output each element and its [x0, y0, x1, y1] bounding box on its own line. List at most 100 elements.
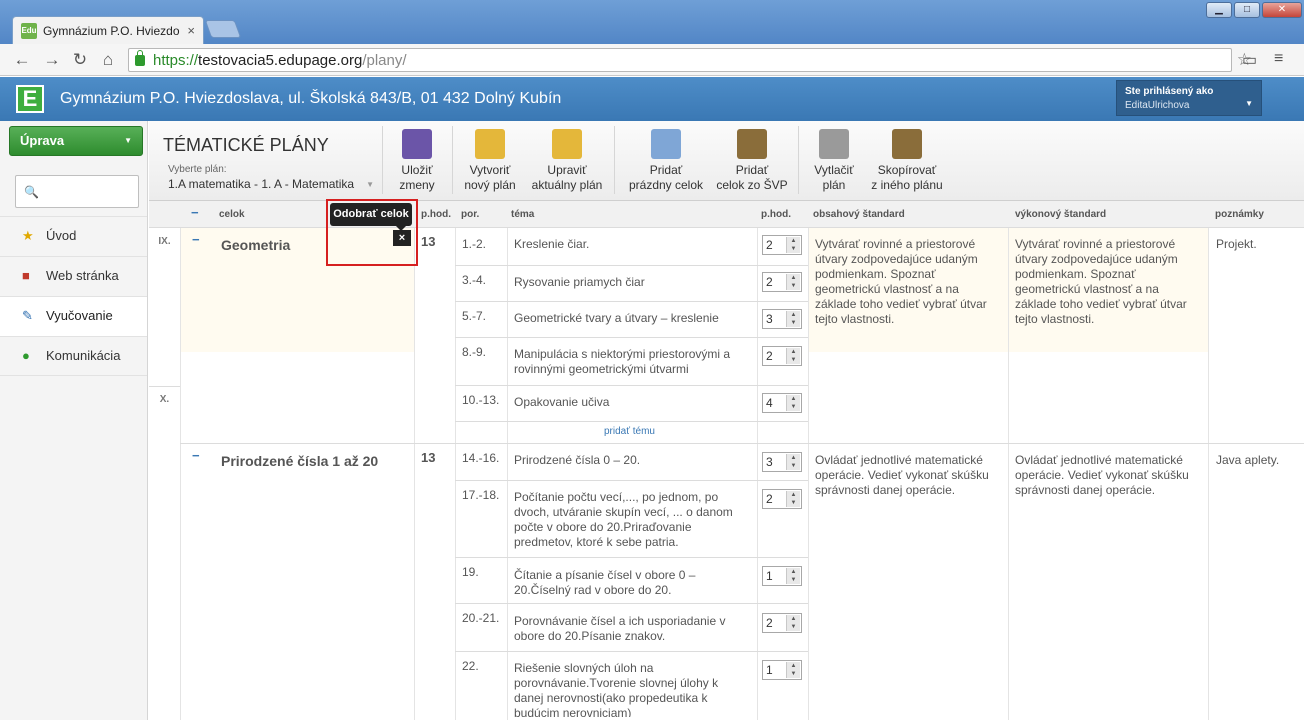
url-host: testovacia5.edupage.org — [198, 51, 363, 69]
stepper-arrows-icon[interactable]: ▲ ▼ — [786, 274, 800, 290]
button-label: prázdny celok — [628, 178, 704, 192]
add-topic-link[interactable]: pridať tému — [604, 426, 655, 437]
url-path: /plany/ — [362, 51, 407, 69]
stepper-arrows-icon[interactable]: ▲ ▼ — [786, 615, 800, 631]
stepper-value: 2 — [766, 349, 773, 363]
stepper-arrows-icon[interactable]: ▲ ▼ — [786, 491, 800, 507]
plans-toolbar: TÉMATICKÉ PLÁNY Vyberte plán: 1.A matema… — [149, 121, 1304, 201]
reload-icon[interactable]: ↻ — [70, 50, 90, 70]
table-header: − celok p.hod. por. téma p.hod. obsahový… — [149, 201, 1304, 228]
copy-from-plan-button[interactable]: Skopírovať z iného plánu — [865, 129, 949, 193]
forward-arrow-icon[interactable]: → — [42, 50, 62, 70]
topic-hours-stepper[interactable]: 2 ▲ ▼ — [762, 235, 802, 255]
stepper-arrows-icon[interactable]: ▲ ▼ — [786, 662, 800, 678]
stepper-arrows-icon[interactable]: ▲ ▼ — [786, 348, 800, 364]
vykonovy-standard: Ovládať jednotlivé matematické operácie.… — [1015, 453, 1189, 497]
button-label: nový plán — [464, 178, 516, 192]
tab-close-icon[interactable]: × — [187, 23, 195, 38]
address-bar[interactable]: https://testovacia5.edupage.org/plany/ — [128, 48, 1232, 72]
plan-select-label: Vyberte plán: — [168, 164, 227, 175]
vykonovy-standard: Vytvárať rovinné a priestorové útvary zo… — [1015, 237, 1187, 326]
cast-icon[interactable]: ▭ — [1242, 50, 1257, 70]
teaching-icon: ✎ — [22, 308, 33, 323]
sidebar-item-vyucovanie[interactable]: ✎ Vyučovanie — [0, 296, 147, 336]
button-label: celok zo ŠVP — [716, 178, 788, 192]
stepper-arrows-icon[interactable]: ▲ ▼ — [786, 568, 800, 584]
plan-select-value: 1.A matematika - 1. A - Matematika — [168, 177, 355, 191]
sidebar-item-uvod[interactable]: ★ Úvod — [0, 216, 147, 256]
topic-hours-stepper[interactable]: 2 ▲ ▼ — [762, 272, 802, 292]
topic-name[interactable]: Geometrické tvary a útvary – kreslenie — [514, 311, 746, 326]
topic-name[interactable]: Prirodzené čísla 0 – 20. — [514, 453, 746, 468]
topic-order: 5.-7. — [462, 309, 487, 323]
collapse-all-icon[interactable]: − — [191, 205, 199, 220]
browser-tab[interactable]: Edu Gymnázium P.O. Hviezdo × — [12, 16, 204, 44]
uprava-button[interactable]: Úprava ▼ — [9, 126, 143, 156]
topic-name[interactable]: Čítanie a písanie čísel v obore 0 – 20.Č… — [514, 568, 746, 598]
edit-plan-button[interactable]: Upraviť aktuálny plán — [527, 129, 607, 193]
topic-hours-stepper[interactable]: 1 ▲ ▼ — [762, 660, 802, 680]
topic-name[interactable]: Porovnávanie čísel a ich usporiadanie v … — [514, 614, 746, 644]
save-disk-icon — [402, 129, 432, 159]
star-icon: ★ — [22, 228, 34, 243]
topic-name[interactable]: Opakovanie učiva — [514, 395, 746, 410]
stepper-arrows-icon[interactable]: ▲ ▼ — [786, 237, 800, 253]
minimize-icon[interactable]: ▁ — [1206, 2, 1232, 18]
sidebar-item-label: Vyučovanie — [46, 308, 113, 323]
add-empty-unit-button[interactable]: Pridať prázdny celok — [625, 129, 707, 193]
collapse-unit-icon[interactable]: − — [192, 448, 200, 463]
stepper-value: 1 — [766, 569, 773, 583]
obsahovy-standard: Ovládať jednotlivé matematické operácie.… — [815, 453, 989, 497]
topic-name[interactable]: Kreslenie čiar. — [514, 237, 746, 252]
save-changes-button[interactable]: Uložiť zmeny — [395, 129, 439, 193]
collapse-unit-icon[interactable]: − — [192, 232, 200, 247]
caret-down-icon: ▼ — [366, 180, 374, 189]
topic-name[interactable]: Riešenie slovných úloh na porovnávanie.T… — [514, 661, 746, 717]
stepper-value: 4 — [766, 396, 773, 410]
toolbar-separator — [452, 126, 453, 194]
stepper-value: 3 — [766, 455, 773, 469]
obsahovy-standard: Vytvárať rovinné a priestorové útvary zo… — [815, 237, 987, 326]
topic-hours-stepper[interactable]: 1 ▲ ▼ — [762, 566, 802, 586]
sidebar-item-komunikacia[interactable]: ● Komunikácia — [0, 336, 147, 376]
topic-name[interactable]: Manipulácia s niektorými priestorovými a… — [514, 347, 746, 377]
edupage-logo[interactable]: E — [16, 85, 44, 113]
row-line — [455, 265, 808, 266]
back-arrow-icon[interactable]: ← — [12, 50, 32, 70]
plan-select[interactable]: 1.A matematika - 1. A - Matematika ▼ — [168, 177, 374, 191]
topic-hours-stepper[interactable]: 2 ▲ ▼ — [762, 613, 802, 633]
topic-hours-stepper[interactable]: 2 ▲ ▼ — [762, 346, 802, 366]
unit-note: Projekt. — [1216, 237, 1257, 251]
topic-hours-stepper[interactable]: 2 ▲ ▼ — [762, 489, 802, 509]
add-unit-from-svp-button[interactable]: Pridať celok zo ŠVP — [713, 129, 791, 193]
topic-name[interactable]: Počítanie počtu vecí,..., po jednom, po … — [514, 490, 746, 550]
print-plan-button[interactable]: Vytlačiť plán — [809, 129, 859, 193]
communication-icon: ● — [22, 348, 30, 363]
window-close-icon[interactable]: ✕ — [1262, 2, 1302, 18]
topic-hours-stepper[interactable]: 4 ▲ ▼ — [762, 393, 802, 413]
home-icon[interactable]: ⌂ — [98, 50, 118, 70]
stepper-arrows-icon[interactable]: ▲ ▼ — [786, 454, 800, 470]
add-box-icon — [737, 129, 767, 159]
maximize-icon[interactable]: □ — [1234, 2, 1260, 18]
button-label: zmeny — [399, 178, 435, 192]
topic-hours-stepper[interactable]: 3 ▲ ▼ — [762, 309, 802, 329]
grid-line — [1208, 228, 1209, 720]
user-name: EditaUlrichova — [1125, 100, 1190, 111]
stepper-arrows-icon[interactable]: ▲ ▼ — [786, 395, 800, 411]
unit-note: Java aplety. — [1216, 453, 1280, 467]
user-menu[interactable]: Ste prihlásený ako EditaUlrichova ▼ — [1116, 80, 1262, 116]
sidebar-search-input[interactable]: 🔍 — [15, 175, 139, 208]
highlight-box — [326, 199, 418, 266]
stepper-arrows-icon[interactable]: ▲ ▼ — [786, 311, 800, 327]
topic-name[interactable]: Rysovanie priamych čiar — [514, 275, 746, 290]
lock-icon — [135, 49, 145, 66]
topic-hours-stepper[interactable]: 3 ▲ ▼ — [762, 452, 802, 472]
new-tab-button[interactable] — [204, 20, 242, 38]
sidebar-item-label: Úvod — [46, 228, 77, 243]
sidebar-item-web-stranka[interactable]: ■ Web stránka — [0, 256, 147, 296]
month-label-x: X. — [159, 394, 170, 405]
menu-icon[interactable]: ≡ — [1274, 50, 1283, 68]
new-plan-button[interactable]: Vytvoriť nový plán — [457, 129, 523, 193]
col-header-celok: celok — [219, 209, 245, 220]
